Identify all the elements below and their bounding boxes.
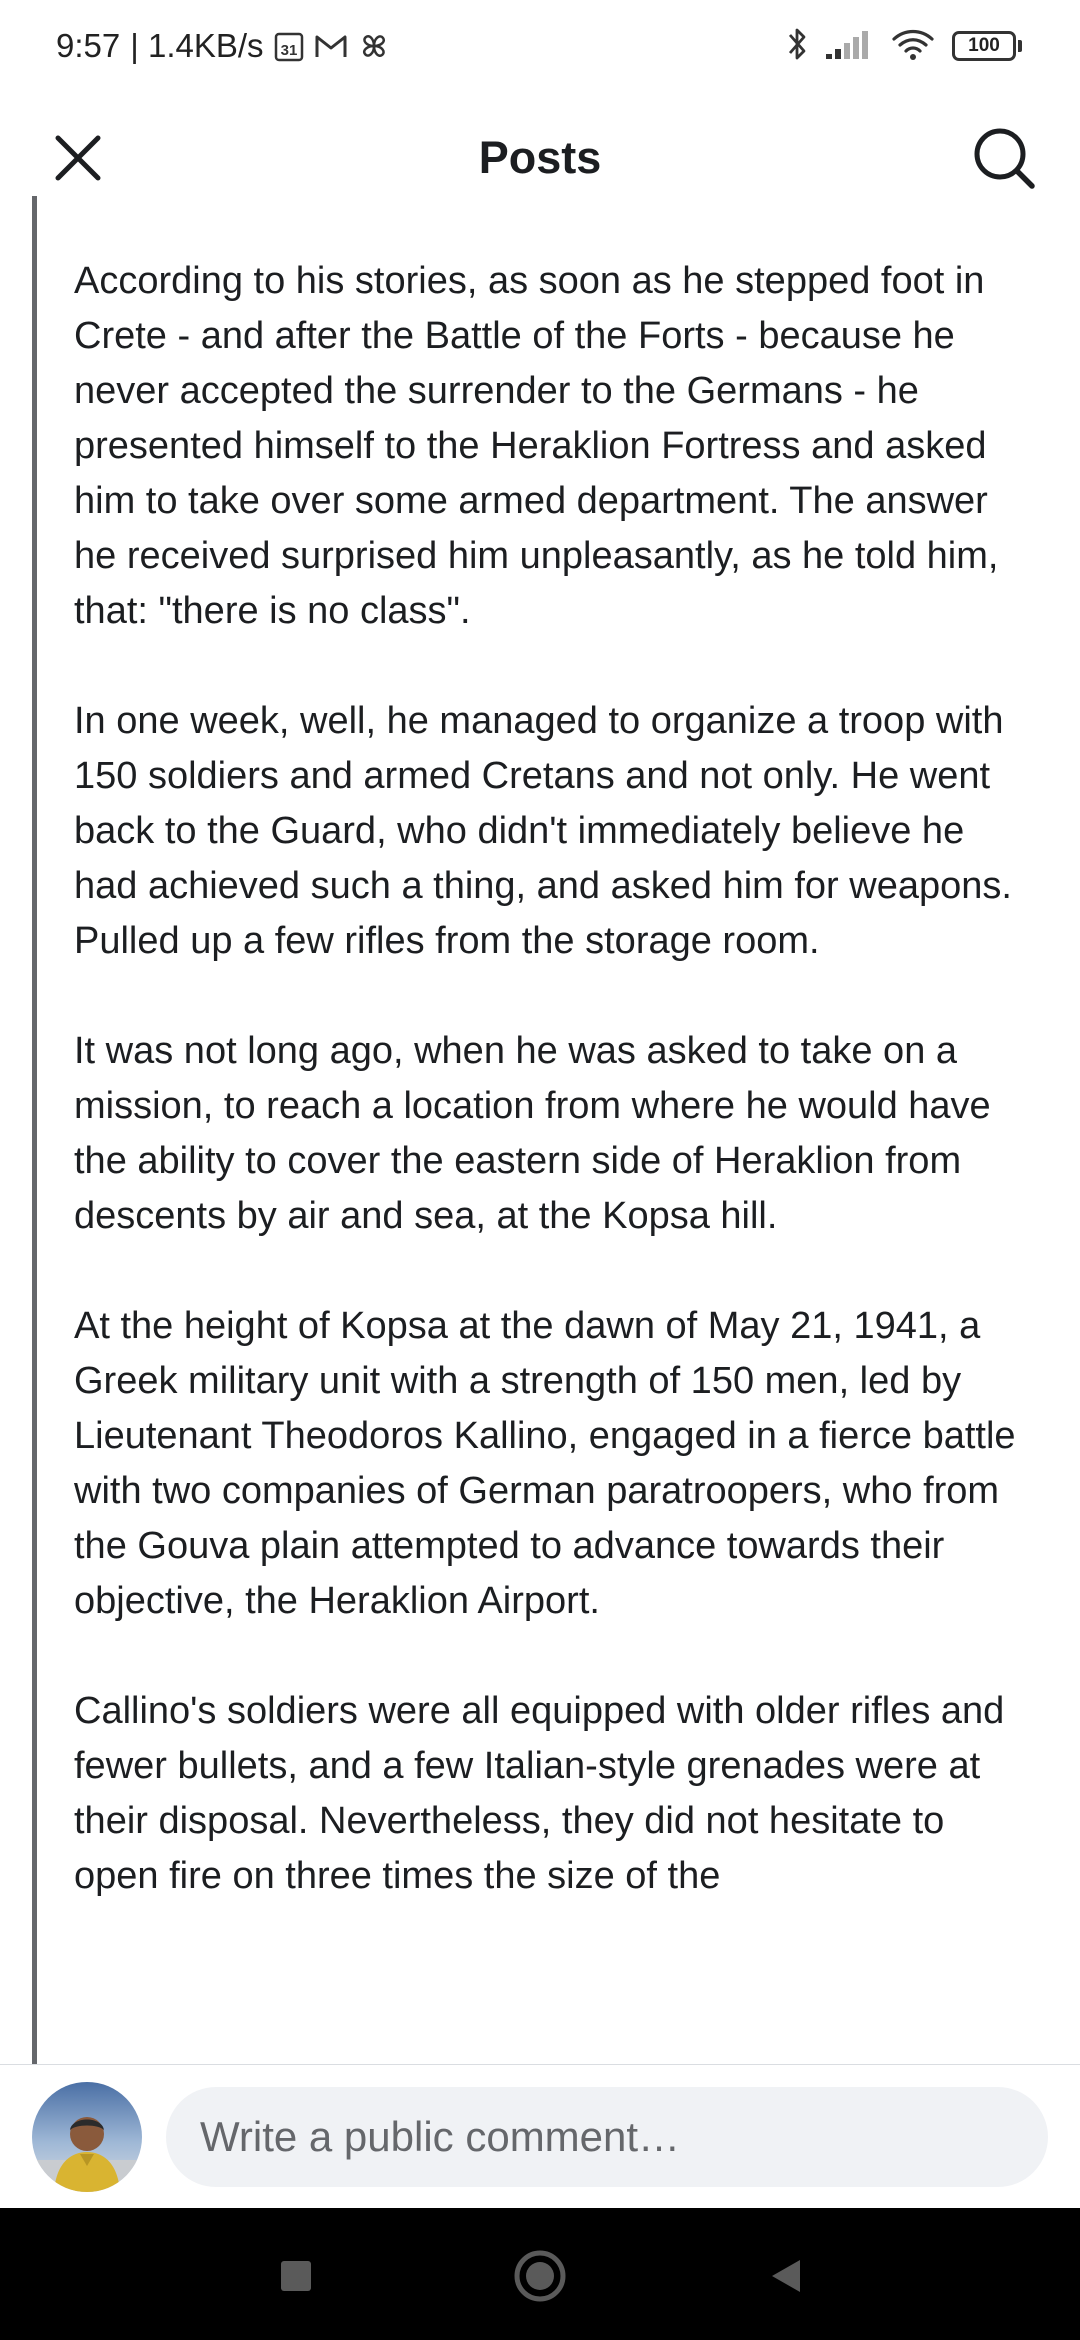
- close-button[interactable]: [40, 120, 116, 196]
- status-left: 9:57 | 1.4KB/s 31: [56, 27, 390, 65]
- quote-bar: [32, 196, 37, 2064]
- square-icon: [281, 2261, 311, 2291]
- status-right: 100: [786, 26, 1022, 67]
- page-title: Posts: [478, 132, 602, 183]
- home-circle-icon: [514, 2250, 566, 2302]
- calendar-day: 31: [280, 42, 297, 59]
- recents-button[interactable]: [264, 2244, 328, 2308]
- post-content[interactable]: According to his stories, as soon as he …: [0, 196, 1080, 2064]
- post-paragraph: In one week, well, he managed to organiz…: [74, 700, 1012, 962]
- status-bar: 9:57 | 1.4KB/s 31 100: [0, 0, 1080, 92]
- back-triangle-icon: [772, 2260, 800, 2292]
- close-icon: [55, 135, 101, 181]
- search-button[interactable]: [966, 120, 1042, 196]
- back-button[interactable]: [754, 2244, 818, 2308]
- pinwheel-icon: [358, 30, 390, 62]
- navigation-bar: [0, 2208, 1080, 2340]
- post-paragraph: Callino's soldiers were all equipped wit…: [74, 1690, 1005, 1897]
- bluetooth-icon: [786, 26, 808, 67]
- comment-bar: Write a public comment…: [0, 2064, 1080, 2208]
- battery-level: 100: [952, 31, 1016, 61]
- post-paragraph: It was not long ago, when he was asked t…: [74, 1030, 991, 1237]
- search-icon: [974, 128, 1035, 189]
- avatar[interactable]: [32, 2081, 142, 2192]
- status-time: 9:57: [56, 27, 121, 64]
- post-body: According to his stories, as soon as he …: [74, 254, 1034, 1959]
- home-button[interactable]: [508, 2244, 572, 2308]
- post-paragraph: According to his stories, as soon as he …: [74, 260, 999, 632]
- battery-tip: [1018, 40, 1022, 52]
- status-network-speed: | 1.4KB/s: [130, 27, 264, 64]
- battery-icon: 100: [952, 31, 1022, 61]
- comment-input[interactable]: Write a public comment…: [166, 2086, 1048, 2187]
- wifi-icon: [890, 27, 936, 66]
- signal-icon: [824, 28, 874, 65]
- gmail-icon: [314, 32, 348, 60]
- user-avatar-image: [32, 2081, 142, 2192]
- calendar-icon: 31: [274, 30, 304, 62]
- post-paragraph: At the height of Kopsa at the dawn of Ma…: [74, 1305, 1016, 1622]
